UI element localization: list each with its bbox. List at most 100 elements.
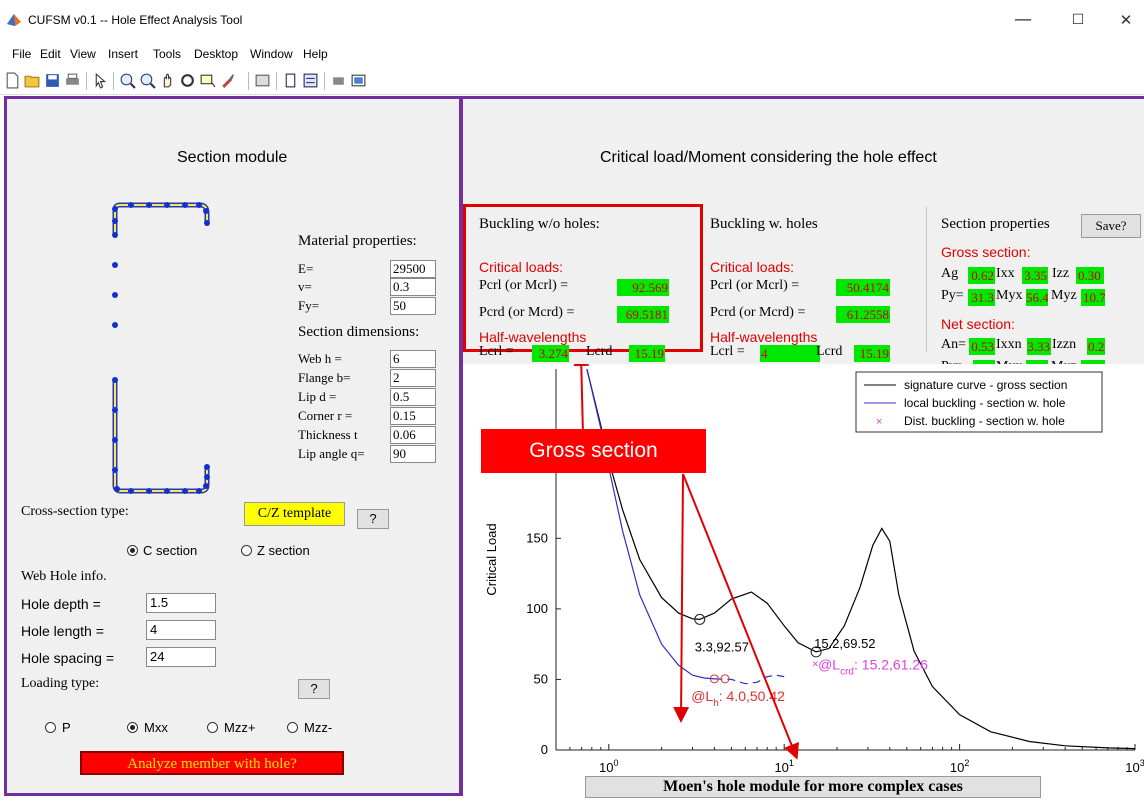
section-module-title: Section module	[177, 149, 288, 166]
analyze-member-button[interactable]: Analyze member with hole?	[80, 751, 344, 775]
annotation-local-min: 3.3,92.57	[695, 639, 749, 654]
ixx-label: Ixx	[996, 266, 1015, 281]
load-mzz-minus-label: Mzz-	[304, 720, 333, 735]
an-value: 0.53	[969, 338, 995, 355]
wo-heading: Buckling w/o holes:	[479, 216, 600, 232]
v-field[interactable]: 0.3	[390, 278, 436, 296]
show-plot-tools-icon[interactable]	[350, 72, 367, 89]
wo-pcrd-value: 69.5181	[617, 306, 669, 323]
y-axis-label: Critical Load	[484, 523, 499, 595]
hole-depth-field[interactable]: 1.5	[146, 593, 216, 613]
toolbar-separator	[276, 72, 277, 90]
myz-label: Myz	[1051, 288, 1077, 303]
wo-pcrl-value: 92.569	[617, 279, 669, 296]
wo-lcrl-value: 3.274	[532, 345, 569, 362]
dims-heading: Section dimensions:	[298, 324, 420, 340]
w-lcrd-value: 15.19	[854, 345, 890, 362]
w-lcrl-label: Lcrl =	[710, 344, 745, 359]
w-pcrl-value: 50.4174	[836, 279, 890, 296]
py-value: 31.3	[968, 289, 995, 306]
menu-tools[interactable]: Tools	[153, 47, 181, 61]
load-p-radio[interactable]	[45, 722, 56, 733]
corner-field[interactable]: 0.15	[390, 407, 436, 425]
data-cursor-icon[interactable]	[199, 72, 216, 89]
load-mxx-radio[interactable]	[127, 722, 138, 733]
lip-angle-label: Lip angle q=	[298, 446, 365, 461]
open-folder-icon[interactable]	[24, 72, 41, 89]
load-mzz-plus-radio[interactable]	[207, 722, 218, 733]
wo-lcrd-value: 15.19	[629, 345, 665, 362]
fy-label: Fy=	[298, 298, 320, 313]
web-field[interactable]: 6	[390, 350, 436, 368]
thickness-field[interactable]: 0.06	[390, 426, 436, 444]
maximize-button[interactable]: ☐	[1058, 6, 1098, 34]
menu-desktop[interactable]: Desktop	[194, 47, 238, 61]
fy-field[interactable]: 50	[390, 297, 436, 315]
flange-field[interactable]: 2	[390, 369, 436, 387]
w-pcrd-label: Pcrd (or Mcrd) =	[710, 305, 806, 320]
wo-pcrl-label: Pcrl (or Mcrl) =	[479, 278, 569, 293]
gross-section-callout: Gross section	[481, 429, 706, 473]
colorbar-icon[interactable]	[282, 72, 299, 89]
loading-type-label: Loading type:	[21, 676, 100, 691]
e-label: E=	[298, 261, 314, 276]
menu-file[interactable]: File	[12, 47, 31, 61]
ixx-value: 3.35	[1022, 267, 1048, 284]
cz-template-button[interactable]: C/Z template	[244, 502, 345, 526]
moen-module-button[interactable]: Moen's hole module for more complex case…	[585, 776, 1041, 798]
load-mzz-minus-radio[interactable]	[287, 722, 298, 733]
brush-icon[interactable]	[219, 72, 236, 89]
title-bar: CUFSM v0.1 -- Hole Effect Analysis Tool …	[0, 0, 1144, 40]
props-heading: Section properties	[941, 216, 1050, 232]
link-plot-icon[interactable]	[254, 72, 271, 89]
help-button[interactable]: ?	[357, 509, 389, 529]
hide-plot-tools-icon[interactable]	[330, 72, 347, 89]
menu-edit[interactable]: Edit	[40, 47, 61, 61]
w-pcrl-label: Pcrl (or Mcrl) =	[710, 278, 800, 293]
menu-view[interactable]: View	[70, 47, 96, 61]
window-title: CUFSM v0.1 -- Hole Effect Analysis Tool	[28, 13, 243, 27]
hole-length-field[interactable]: 4	[146, 620, 216, 640]
y-tick-label: 150	[526, 530, 548, 545]
menu-window[interactable]: Window	[250, 47, 293, 61]
zoom-in-icon[interactable]	[119, 72, 136, 89]
menu-insert[interactable]: Insert	[108, 47, 138, 61]
wo-lcrd-label: Lcrd	[586, 344, 613, 359]
loading-help-button[interactable]: ?	[298, 679, 330, 699]
toolbar-separator	[86, 72, 87, 90]
zoom-out-icon[interactable]	[139, 72, 156, 89]
hole-spacing-field[interactable]: 24	[146, 647, 216, 667]
save-button[interactable]: Save?	[1081, 214, 1141, 238]
annotation-dist-min: 15.2,69.52	[814, 636, 875, 651]
lip-field[interactable]: 0.5	[390, 388, 436, 406]
ixxn-label: Ixxn	[996, 337, 1022, 352]
menu-help[interactable]: Help	[303, 47, 328, 61]
legend-entry-1: local buckling - section w. hole	[904, 396, 1066, 410]
ixxn-value: 3.33	[1027, 338, 1051, 355]
c-section-label: C section	[143, 543, 198, 558]
print-icon[interactable]	[64, 72, 81, 89]
w-crit-label: Critical loads:	[710, 259, 795, 275]
thickness-label: Thickness t	[298, 427, 358, 442]
c-section-radio[interactable]	[127, 545, 138, 556]
z-section-radio[interactable]	[241, 545, 252, 556]
legend-icon[interactable]	[302, 72, 319, 89]
critical-load-title: Critical load/Moment considering the hol…	[600, 149, 937, 166]
pointer-icon[interactable]	[92, 72, 109, 89]
y-tick-label: 100	[526, 601, 548, 616]
cross-section-drawing	[112, 202, 210, 494]
load-mzz-plus-label: Mzz+	[224, 720, 256, 735]
v-label: v=	[298, 279, 312, 294]
load-p-label: P	[62, 720, 71, 735]
rotate-icon[interactable]	[179, 72, 196, 89]
minimize-button[interactable]: —	[1003, 6, 1043, 34]
hole-spacing-label: Hole spacing =	[21, 650, 115, 666]
cs-type-label: Cross-section type:	[21, 504, 129, 519]
pan-icon[interactable]	[159, 72, 176, 89]
e-field[interactable]: 29500	[390, 260, 436, 278]
save-icon[interactable]	[44, 72, 61, 89]
new-file-icon[interactable]	[4, 72, 21, 89]
close-button[interactable]: ✕	[1106, 6, 1144, 34]
menu-bar: File Edit View Insert Tools Desktop Wind…	[0, 40, 1144, 68]
lip-angle-field[interactable]: 90	[390, 445, 436, 463]
